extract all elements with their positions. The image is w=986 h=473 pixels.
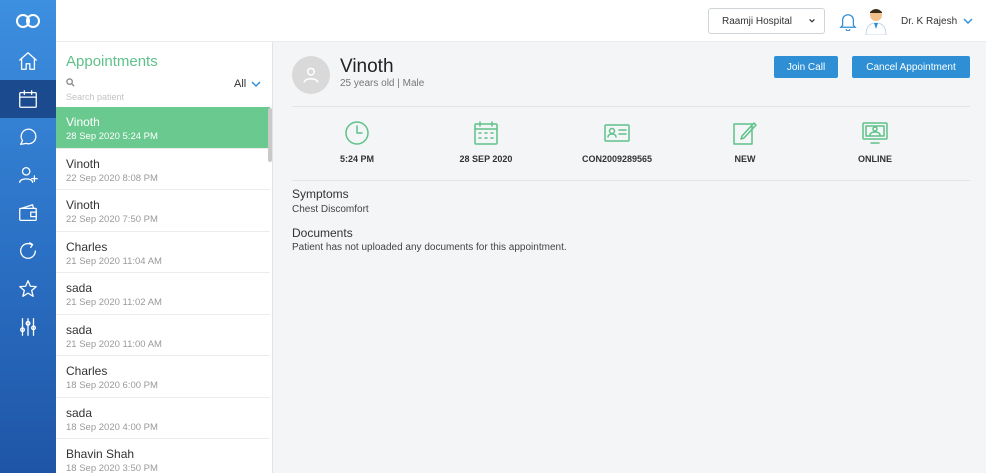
symptoms-text: Chest Discomfort [292, 204, 369, 215]
join-call-button[interactable]: Join Call [774, 56, 838, 78]
user-icon [303, 67, 319, 83]
documents-text: Patient has not uploaded any documents f… [292, 242, 567, 253]
stat-time-value: 5:24 PM [339, 154, 374, 164]
stat-date: 28 SEP 2020 [426, 114, 546, 164]
appointment-patient-name: sada [66, 405, 93, 420]
sidebar-item-wallet[interactable] [0, 194, 56, 232]
patient-meta: 25 years old | Male [340, 78, 425, 89]
list-item[interactable]: Vinoth 28 Sep 2020 5:24 PM [56, 107, 270, 149]
doctor-avatar[interactable] [864, 7, 888, 35]
id-card-icon [604, 124, 630, 142]
appointment-list: Vinoth 28 Sep 2020 5:24 PM Vinoth 22 Sep… [56, 107, 270, 473]
add-user-icon [19, 167, 38, 183]
calendar-icon [19, 90, 37, 108]
appointment-time: 21 Sep 2020 11:04 AM [66, 255, 162, 267]
stat-status: NEW [685, 114, 805, 164]
filter-select[interactable]: All [234, 78, 246, 90]
bell-icon[interactable] [839, 11, 857, 31]
appointment-patient-name: Bhavin Shah [66, 447, 135, 461]
appointment-patient-name: Vinoth [66, 115, 100, 129]
list-item[interactable]: Vinoth 22 Sep 2020 8:08 PM [56, 149, 270, 190]
appointment-time: 21 Sep 2020 11:02 AM [66, 297, 162, 308]
appointment-time: 22 Sep 2020 7:50 PM [66, 214, 158, 225]
stat-time: 5:24 PM [297, 114, 417, 164]
home-icon [19, 52, 37, 70]
search-icon [66, 78, 75, 87]
appointment-time: 21 Sep 2020 11:00 AM [66, 338, 162, 350]
clock-icon [345, 121, 369, 145]
sidebar-item-favorites[interactable] [0, 270, 56, 308]
appointment-stats: 5:24 PM 28 SEP 2020 CON2009289565 NEW ON… [292, 114, 970, 174]
appointment-time: 22 Sep 2020 8:08 PM [66, 172, 158, 184]
list-item[interactable]: Charles 18 Sep 2020 6:00 PM [56, 356, 270, 398]
divider [292, 106, 970, 107]
patient-name: Vinoth [340, 56, 394, 77]
sidebar-item-home[interactable] [0, 42, 56, 80]
symptoms-title: Symptoms [292, 187, 349, 201]
hospital-select-value: Raamji Hospital [722, 15, 793, 27]
sidebar-nav [0, 0, 56, 473]
chevron-down-icon[interactable] [251, 80, 261, 88]
appointment-detail: Vinoth 25 years old | Male Join Call Can… [274, 42, 986, 473]
divider [292, 180, 970, 181]
calendar-icon [474, 121, 498, 145]
edit-icon [733, 122, 757, 145]
star-icon [19, 280, 37, 297]
sidebar-item-chat[interactable] [0, 118, 56, 156]
appointment-patient-name: Vinoth [66, 198, 100, 212]
appointment-time: 18 Sep 2020 3:50 PM [66, 463, 158, 473]
doctor-name[interactable]: Dr. K Rajesh [901, 16, 957, 27]
appointments-panel: Appointments All Vinoth 28 Sep 2020 5:24… [56, 42, 273, 473]
appointment-patient-name: sada [66, 322, 93, 337]
list-item[interactable]: Bhavin Shah 18 Sep 2020 3:50 PM [56, 439, 270, 473]
appointment-time: 28 Sep 2020 5:24 PM [66, 131, 158, 142]
chat-icon [20, 128, 37, 145]
documents-title: Documents [292, 226, 353, 240]
stat-mode: ONLINE [815, 114, 935, 164]
stat-consultation-id-value: CON2009289565 [581, 154, 653, 164]
hospital-select[interactable]: Raamji Hospital [708, 8, 825, 34]
appointment-patient-name: Vinoth [66, 156, 100, 171]
top-bar: Raamji Hospital Dr. K Rajesh [56, 0, 986, 42]
sliders-icon [20, 318, 36, 336]
stat-consultation-id: CON2009289565 [557, 114, 677, 164]
appointment-patient-name: Charles [66, 239, 108, 254]
list-item[interactable]: Charles 21 Sep 2020 11:04 AM [56, 232, 270, 273]
sidebar-item-patients[interactable] [0, 156, 56, 194]
stat-status-value: NEW [734, 154, 756, 164]
stat-date-value: 28 SEP 2020 [459, 154, 513, 164]
search-patient-input[interactable] [66, 92, 216, 102]
appointment-time: 18 Sep 2020 4:00 PM [66, 421, 158, 433]
app-logo[interactable] [0, 0, 56, 42]
refresh-icon [20, 242, 36, 259]
chevron-down-icon [809, 18, 815, 23]
list-item[interactable]: sada 21 Sep 2020 11:00 AM [56, 315, 270, 356]
appointment-patient-name: sada [66, 281, 93, 295]
list-item[interactable]: sada 18 Sep 2020 4:00 PM [56, 398, 270, 439]
appointment-time: 18 Sep 2020 6:00 PM [66, 380, 158, 391]
sidebar-item-appointments[interactable] [0, 80, 56, 118]
sidebar-item-sync[interactable] [0, 232, 56, 270]
appointments-title: Appointments [66, 53, 158, 70]
list-scrollbar[interactable] [268, 108, 272, 162]
chevron-down-icon[interactable] [963, 17, 973, 25]
stat-mode-value: ONLINE [857, 154, 892, 164]
logo-icon [16, 14, 40, 28]
list-item[interactable]: Vinoth 22 Sep 2020 7:50 PM [56, 190, 270, 232]
wallet-icon [19, 204, 37, 221]
video-monitor-icon [862, 122, 888, 144]
list-item[interactable]: sada 21 Sep 2020 11:02 AM [56, 273, 270, 315]
sidebar-item-settings[interactable] [0, 308, 56, 346]
cancel-appointment-button[interactable]: Cancel Appointment [852, 56, 970, 78]
patient-avatar [292, 56, 330, 94]
appointment-patient-name: Charles [66, 364, 108, 378]
